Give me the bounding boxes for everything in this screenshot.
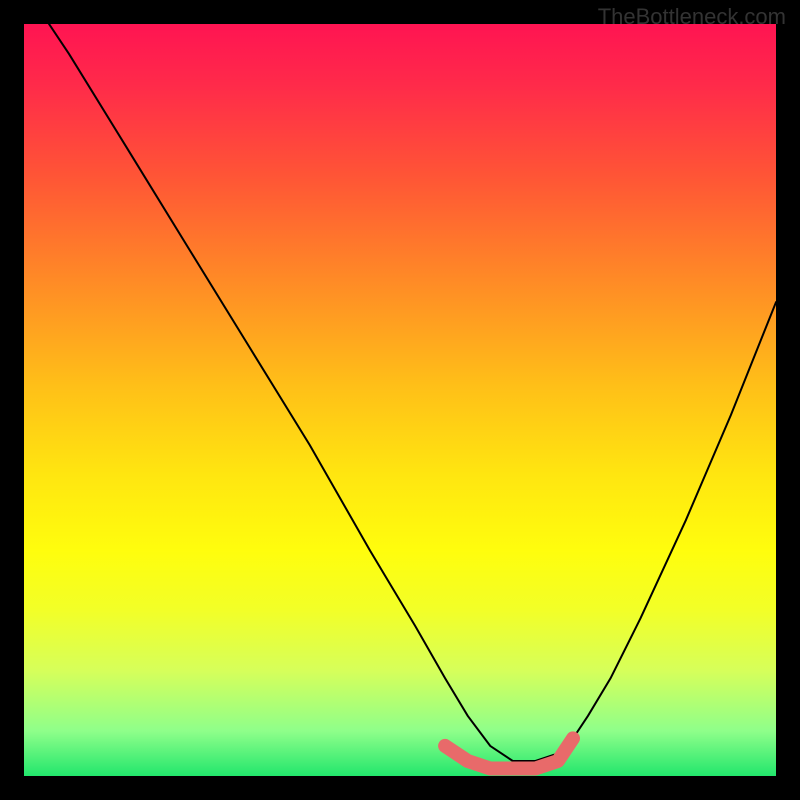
watermark-text: TheBottleneck.com: [598, 4, 786, 30]
chart-plot-area: [24, 24, 776, 776]
optimal-zone-highlight: [445, 738, 573, 768]
bottleneck-curve: [24, 24, 776, 761]
chart-svg: [24, 24, 776, 776]
